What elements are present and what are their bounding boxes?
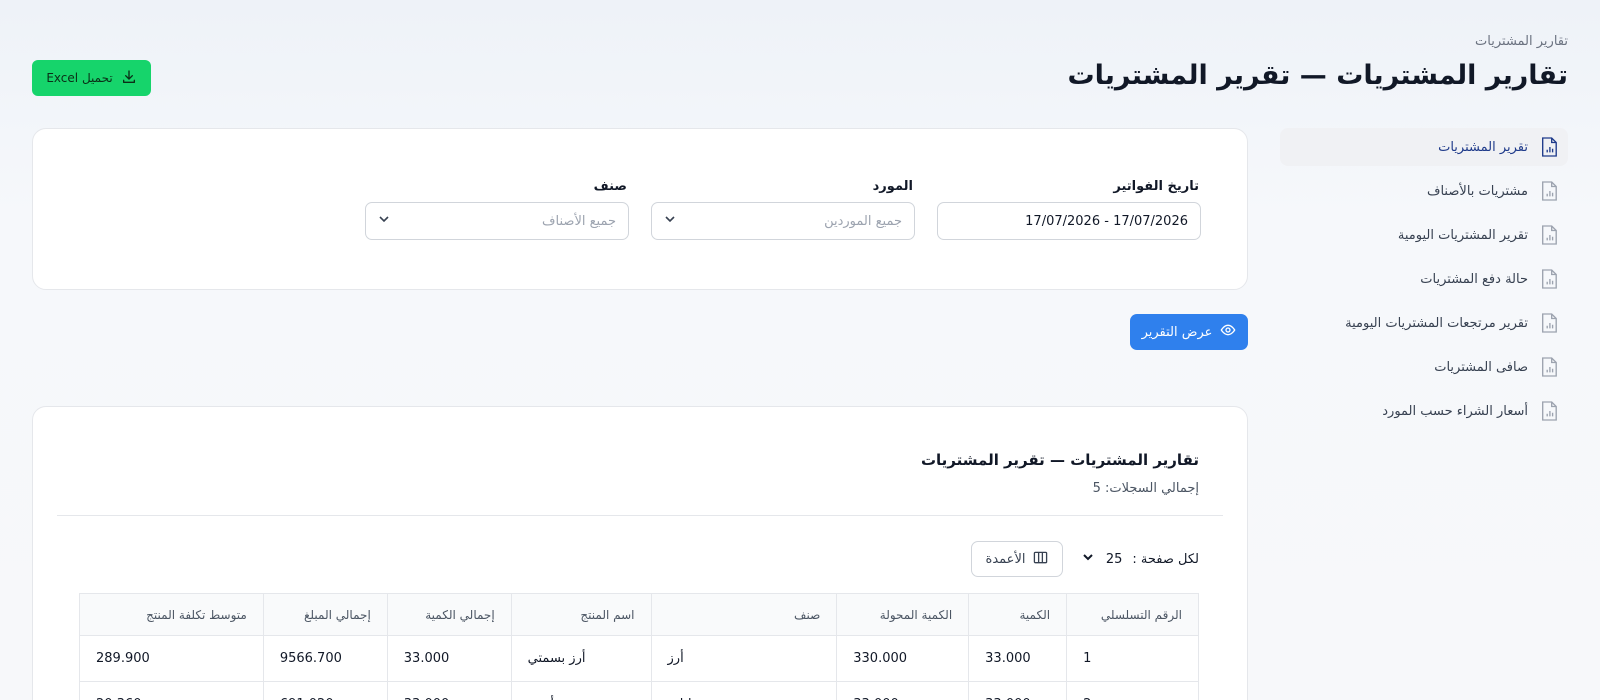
table-cell: 33.000	[836, 681, 970, 700]
chevron-down-icon	[664, 213, 676, 229]
table-row: 2 33.000 33.000 بقوليات عدس أحمر 33.000 …	[79, 681, 1199, 700]
table-cell: 1	[1066, 635, 1199, 682]
columns-button[interactable]: الأعمدة	[971, 541, 1063, 577]
report-sidebar: تقرير المشتريات مشتريات بالأصناف تقرير ا…	[1280, 128, 1568, 436]
document-chart-icon	[1540, 313, 1558, 333]
category-filter-label: صنف	[593, 179, 627, 194]
filters-card: تاريخ الفواتير 17/07/2026 - 17/07/2026 ا…	[32, 128, 1248, 290]
report-title: تقارير المشتريات — تقرير المشتريات	[920, 451, 1199, 469]
page-title: تقارير المشتريات — تقرير المشتريات	[1067, 60, 1568, 91]
table-cell: 33.000	[386, 681, 512, 700]
sidebar-item-label: مشتريات بالأصناف	[1427, 183, 1528, 199]
category-select[interactable]: جميع الأصناف	[365, 202, 629, 240]
column-header[interactable]: الرقم التسلسلي	[1066, 593, 1199, 636]
table-cell: عدس أحمر	[510, 681, 652, 700]
report-table: الرقم التسلسلي الكمية الكمية المحولة صنف…	[79, 593, 1199, 700]
column-header[interactable]: الكمية	[968, 593, 1068, 636]
table-cell: 33.000	[386, 635, 512, 682]
sidebar-item-label: صافى المشتريات	[1434, 359, 1528, 375]
breadcrumb: تقارير المشتريات	[1475, 34, 1568, 49]
table-cell: 33.000	[968, 681, 1068, 700]
divider	[57, 515, 1223, 516]
document-chart-icon	[1540, 401, 1558, 421]
per-page-label: لكل صفحة :	[1132, 551, 1199, 567]
sidebar-item-daily-returns[interactable]: تقرير مرتجعات المشتريات اليومية	[1280, 304, 1568, 342]
document-chart-icon	[1540, 137, 1558, 157]
table-cell: بقوليات	[650, 681, 838, 700]
sidebar-item-daily-purchases[interactable]: تقرير المشتريات اليومية	[1280, 216, 1568, 254]
category-filter: صنف جميع الأصناف	[365, 179, 629, 240]
report-card: تقارير المشتريات — تقرير المشتريات إجمال…	[32, 406, 1248, 700]
eye-icon	[1220, 322, 1236, 342]
table-row: 1 33.000 330.000 أرز أرز بسمتي 33.000 95…	[79, 635, 1199, 682]
chevron-down-icon	[1082, 551, 1094, 567]
table-cell: 33.000	[968, 635, 1068, 682]
supplier-filter: المورد جميع الموردين	[651, 179, 915, 240]
view-report-button[interactable]: عرض التقرير	[1130, 314, 1248, 350]
supplier-select[interactable]: جميع الموردين	[651, 202, 915, 240]
column-header[interactable]: صنف	[650, 593, 838, 636]
table-cell: 20.360	[79, 681, 264, 700]
document-chart-icon	[1540, 225, 1558, 245]
sidebar-item-label: حالة دفع المشتريات	[1420, 271, 1528, 287]
sidebar-item-purchases-by-category[interactable]: مشتريات بالأصناف	[1280, 172, 1568, 210]
sidebar-item-purchases-report[interactable]: تقرير المشتريات	[1280, 128, 1568, 166]
supplier-filter-label: المورد	[872, 179, 913, 194]
per-page-control: لكل صفحة : 25	[1082, 551, 1199, 567]
table-cell: 330.000	[836, 635, 970, 682]
table-header-row: الرقم التسلسلي الكمية الكمية المحولة صنف…	[79, 593, 1199, 636]
sidebar-item-prices-by-supplier[interactable]: أسعار الشراء حسب المورد	[1280, 392, 1568, 430]
per-page-select[interactable]: 25	[1082, 551, 1123, 567]
category-placeholder: جميع الأصناف	[542, 213, 616, 229]
table-cell: 691.020	[262, 681, 388, 700]
document-chart-icon	[1540, 181, 1558, 201]
date-filter-label: تاريخ الفواتير	[1113, 179, 1199, 194]
view-report-label: عرض التقرير	[1141, 324, 1213, 340]
table-cell: أرز بسمتي	[510, 635, 652, 682]
column-header[interactable]: متوسط تكلفة المنتج	[79, 593, 264, 636]
download-icon	[121, 69, 137, 88]
download-excel-label: تحميل Excel	[46, 71, 113, 85]
columns-label: الأعمدة	[985, 551, 1026, 567]
sidebar-item-label: تقرير المشتريات	[1438, 139, 1528, 155]
column-header[interactable]: الكمية المحولة	[836, 593, 970, 636]
sidebar-item-payment-status[interactable]: حالة دفع المشتريات	[1280, 260, 1568, 298]
columns-icon	[1033, 550, 1048, 569]
date-range-input[interactable]: 17/07/2026 - 17/07/2026	[937, 202, 1201, 240]
column-header[interactable]: إجمالي المبلغ	[262, 593, 388, 636]
sidebar-item-label: تقرير المشتريات اليومية	[1397, 227, 1528, 243]
table-cell: 9566.700	[262, 635, 388, 682]
per-page-value: 25	[1105, 551, 1123, 567]
table-cell: 289.900	[79, 635, 264, 682]
download-excel-button[interactable]: تحميل Excel	[32, 60, 151, 96]
sidebar-item-net-purchases[interactable]: صافى المشتريات	[1280, 348, 1568, 386]
supplier-placeholder: جميع الموردين	[824, 213, 902, 229]
document-chart-icon	[1540, 357, 1558, 377]
column-header[interactable]: اسم المنتج	[510, 593, 652, 636]
table-cell: أرز	[650, 635, 838, 682]
document-chart-icon	[1540, 269, 1558, 289]
records-count: إجمالي السجلات: 5	[1092, 481, 1199, 496]
date-range-value: 17/07/2026 - 17/07/2026	[1025, 213, 1188, 229]
date-filter: تاريخ الفواتير 17/07/2026 - 17/07/2026	[937, 179, 1201, 240]
column-header[interactable]: إجمالي الكمية	[386, 593, 512, 636]
sidebar-item-label: تقرير مرتجعات المشتريات اليومية	[1345, 315, 1528, 331]
table-cell: 2	[1066, 681, 1199, 700]
chevron-down-icon	[378, 213, 390, 229]
sidebar-item-label: أسعار الشراء حسب المورد	[1382, 403, 1528, 419]
